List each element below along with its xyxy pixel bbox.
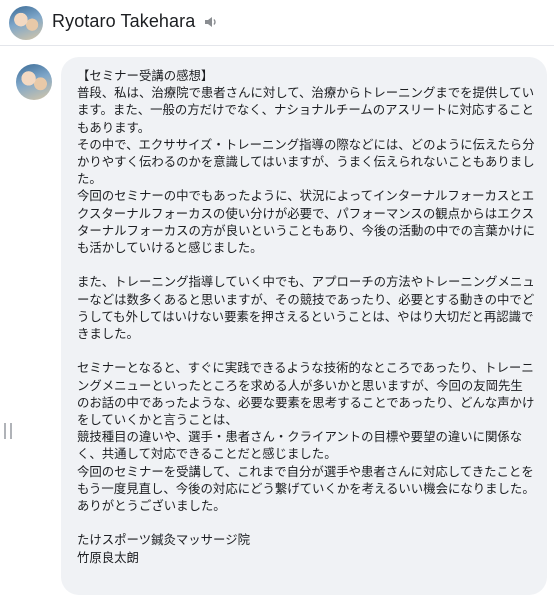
sender-avatar[interactable] [16,64,52,100]
chat-header: Ryotaro Takehara [0,0,554,46]
profile-avatar[interactable] [9,6,43,40]
message-text: 【セミナー受講の感想】 普段、私は、治療院で患者さんに対して、治療からトレーニン… [77,68,535,565]
speaker-icon[interactable] [204,16,218,28]
resize-handle[interactable] [4,423,12,439]
message-bubble: 【セミナー受講の感想】 普段、私は、治療院で患者さんに対して、治療からトレーニン… [61,57,547,595]
contact-name[interactable]: Ryotaro Takehara [52,11,195,32]
